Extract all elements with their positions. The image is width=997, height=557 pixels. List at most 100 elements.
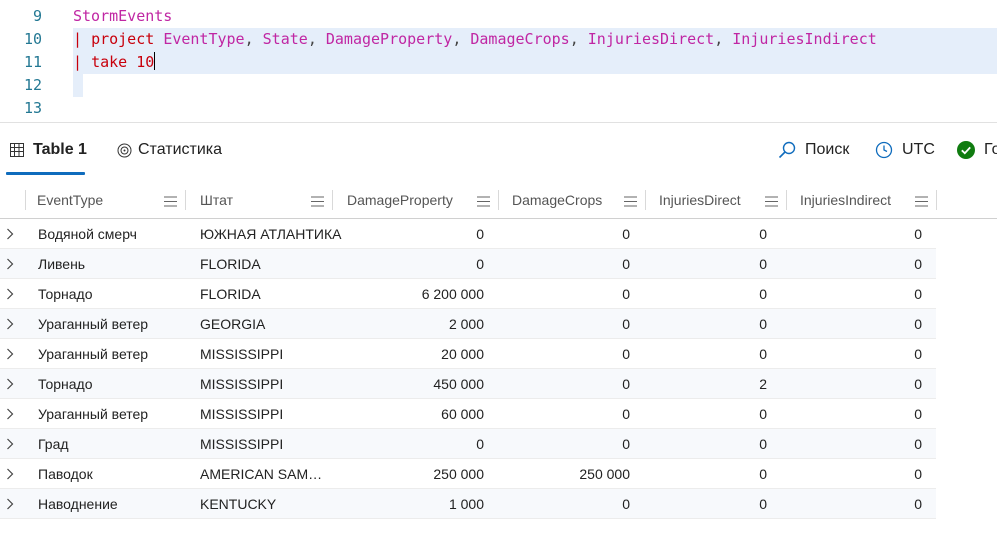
tab-label: Table 1 (33, 141, 87, 158)
cell-damageproperty: 60 000 (441, 406, 484, 422)
hamburger-menu-icon[interactable] (477, 194, 490, 210)
table-row[interactable]: Наводнение KENTUCKY 1 000 0 0 0 (0, 489, 936, 519)
cell-injuriesindirect: 0 (914, 346, 922, 362)
active-tab-indicator (6, 172, 85, 175)
editor-line: 10 | project EventType, State, DamagePro… (0, 28, 997, 51)
chevron-right-icon[interactable] (6, 407, 14, 425)
cell-state: MISSISSIPPI (200, 346, 284, 362)
column-header-state[interactable]: Штат (188, 182, 332, 218)
table-row[interactable]: Водяной смерч ЮЖНАЯ АТЛАНТИКА 0 0 0 0 (0, 219, 936, 249)
column-header-label: InjuriesDirect (659, 192, 741, 208)
table-row[interactable]: Ливень FLORIDA 0 0 0 0 (0, 249, 936, 279)
cell-damageproperty: 0 (476, 436, 484, 452)
search-button[interactable]: Поиск (778, 123, 849, 177)
query-editor[interactable]: 9 StormEvents 10 | project EventType, St… (0, 0, 997, 122)
cell-damageproperty: 250 000 (433, 466, 484, 482)
cell-state: GEORGIA (200, 316, 266, 332)
editor-line: 12 (0, 74, 997, 97)
cell-state: MISSISSIPPI (200, 436, 284, 452)
cell-eventtype: Ураганный ветер (38, 406, 149, 422)
cell-injuriesdirect: 0 (759, 466, 767, 482)
cell-state: KENTUCKY (200, 496, 277, 512)
cell-injuriesdirect: 0 (759, 496, 767, 512)
hamburger-menu-icon[interactable] (311, 194, 324, 210)
cell-damageproperty: 20 000 (441, 346, 484, 362)
clock-icon (875, 141, 893, 159)
code-text[interactable]: | take 10 (73, 51, 156, 74)
cell-damagecrops: 0 (622, 286, 630, 302)
chevron-right-icon[interactable] (6, 347, 14, 365)
cell-injuriesindirect: 0 (914, 436, 922, 452)
cell-injuriesindirect: 0 (914, 226, 922, 242)
table-row[interactable]: Паводок AMERICAN SAM… 250 000 250 000 0 0 (0, 459, 936, 489)
cell-injuriesdirect: 0 (759, 346, 767, 362)
comma-token: , (244, 30, 254, 48)
cell-state: FLORIDA (200, 256, 261, 272)
chevron-right-icon[interactable] (6, 317, 14, 335)
pipe-token: | (73, 30, 83, 48)
table-row[interactable]: Торнадо FLORIDA 6 200 000 0 0 0 (0, 279, 936, 309)
hamburger-menu-icon[interactable] (624, 194, 637, 210)
query-status[interactable]: Го (957, 123, 997, 177)
timezone-button[interactable]: UTC (875, 123, 935, 177)
statistics-target-icon (117, 143, 132, 158)
hamburger-menu-icon[interactable] (164, 194, 177, 210)
column-token: DamageProperty (325, 30, 453, 48)
table-row[interactable]: Ураганный ветер MISSISSIPPI 20 000 0 0 0 (0, 339, 936, 369)
comma-token: , (569, 30, 579, 48)
chevron-right-icon[interactable] (6, 377, 14, 395)
chevron-right-icon[interactable] (6, 227, 14, 245)
cell-damagecrops: 0 (622, 316, 630, 332)
tab-table-1[interactable]: Table 1 (10, 123, 87, 177)
cell-damagecrops: 0 (622, 226, 630, 242)
hamburger-menu-icon[interactable] (915, 194, 928, 210)
cell-eventtype: Град (38, 436, 69, 452)
column-header-eventtype[interactable]: EventType (25, 182, 185, 218)
table-row[interactable]: Торнадо MISSISSIPPI 450 000 0 2 0 (0, 369, 936, 399)
column-header-damageproperty[interactable]: DamageProperty (335, 182, 498, 218)
chevron-right-icon[interactable] (6, 287, 14, 305)
column-token: InjuriesDirect (587, 30, 715, 48)
comma-token: , (452, 30, 462, 48)
column-header-injuriesdirect[interactable]: InjuriesDirect (647, 182, 786, 218)
hamburger-menu-icon[interactable] (765, 194, 778, 210)
grid-header: EventType Штат DamageProperty DamageCrop… (0, 182, 997, 219)
column-token: EventType (163, 30, 245, 48)
cell-damagecrops: 0 (622, 436, 630, 452)
column-header-damagecrops[interactable]: DamageCrops (500, 182, 645, 218)
cell-injuriesindirect: 0 (914, 406, 922, 422)
code-text[interactable]: | project EventType, State, DamageProper… (73, 28, 877, 51)
cell-damagecrops: 250 000 (579, 466, 630, 482)
table-row[interactable]: Град MISSISSIPPI 0 0 0 0 (0, 429, 936, 459)
chevron-right-icon[interactable] (6, 437, 14, 455)
search-icon (778, 141, 796, 159)
cell-damagecrops: 0 (622, 406, 630, 422)
cell-state: MISSISSIPPI (200, 406, 284, 422)
chevron-right-icon[interactable] (6, 467, 14, 485)
selection-highlight (73, 51, 997, 74)
table-row[interactable]: Ураганный ветер GEORGIA 2 000 0 0 0 (0, 309, 936, 339)
cell-injuriesindirect: 0 (914, 286, 922, 302)
table-row[interactable]: Ураганный ветер MISSISSIPPI 60 000 0 0 0 (0, 399, 936, 429)
column-separator (185, 190, 186, 210)
table-grid-icon (10, 143, 24, 157)
chevron-right-icon[interactable] (6, 257, 14, 275)
cell-injuriesindirect: 0 (914, 376, 922, 392)
comma-token: , (307, 30, 317, 48)
line-number: 11 (23, 53, 42, 71)
cell-damagecrops: 0 (622, 496, 630, 512)
chevron-right-icon[interactable] (6, 497, 14, 515)
code-text[interactable]: StormEvents (73, 5, 172, 28)
editor-line: 9 StormEvents (0, 5, 997, 28)
cell-eventtype: Водяной смерч (38, 226, 137, 242)
column-header-label: EventType (37, 192, 104, 208)
line-number: 12 (23, 76, 42, 94)
tab-statistics[interactable]: Статистика (117, 123, 222, 177)
column-header-injuriesindirect[interactable]: InjuriesIndirect (788, 182, 936, 218)
cell-damageproperty: 450 000 (433, 376, 484, 392)
cell-state: FLORIDA (200, 286, 261, 302)
line-number: 9 (32, 7, 42, 25)
cell-injuriesdirect: 2 (759, 376, 767, 392)
editor-line: 13 (0, 97, 997, 120)
line-number: 10 (23, 30, 42, 48)
